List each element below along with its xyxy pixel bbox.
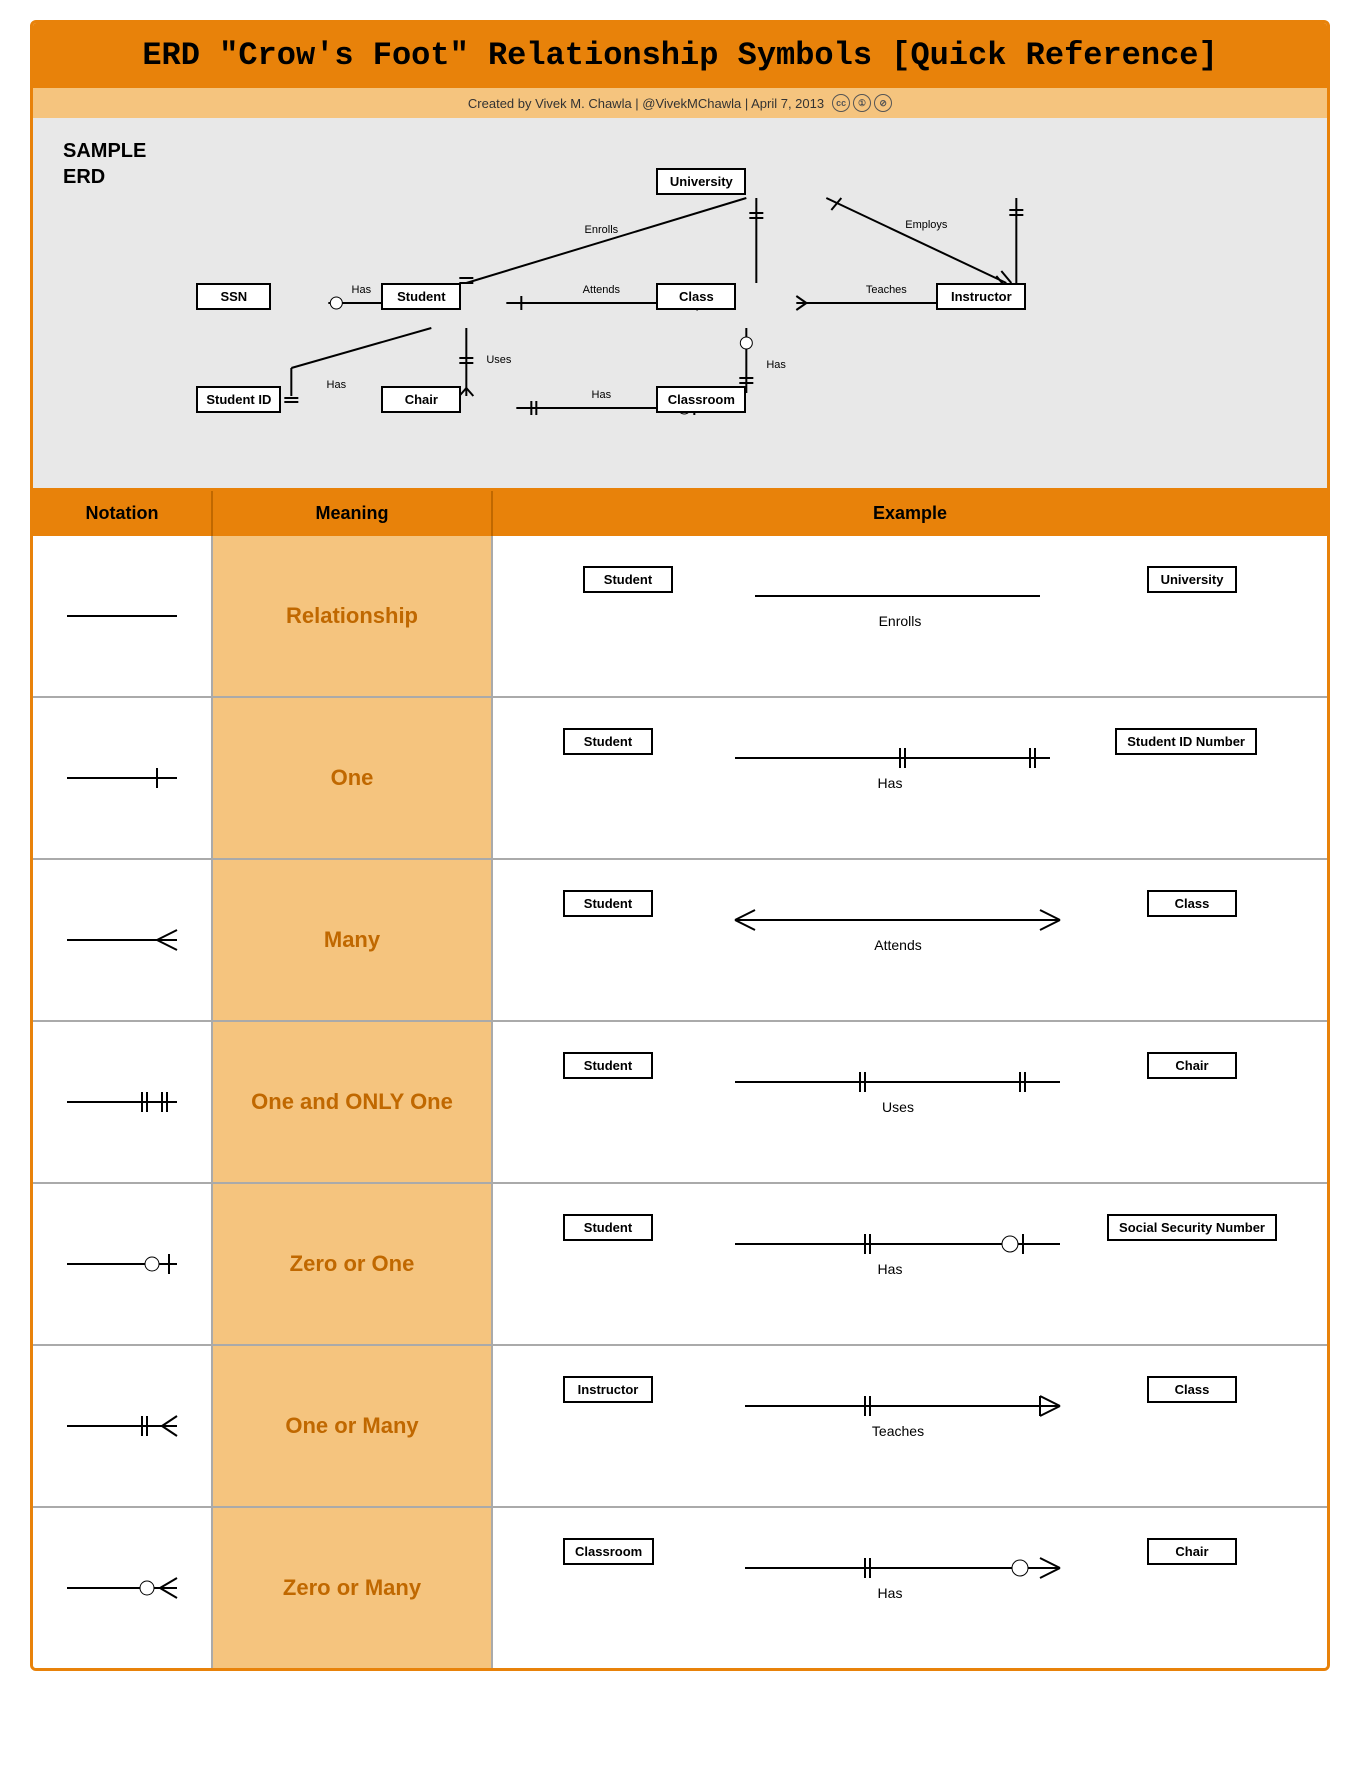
entity-ssn: SSN: [196, 283, 271, 310]
example-one-svg: Has: [503, 708, 1317, 848]
main-container: ERD "Crow's Foot" Relationship Symbols […: [30, 20, 1330, 1671]
meaning-zero-one: Zero or One: [213, 1184, 493, 1344]
svg-text:Employs: Employs: [906, 219, 949, 231]
entity-chair: Chair: [381, 386, 461, 413]
meaning-relationship-text: Relationship: [286, 603, 418, 629]
meaning-one-only: One and ONLY One: [213, 1022, 493, 1182]
title-bar: ERD "Crow's Foot" Relationship Symbols […: [33, 23, 1327, 88]
example-many: Student Class Attends: [493, 860, 1327, 1020]
notation-many: [33, 860, 213, 1020]
cc-icon: cc: [832, 94, 850, 112]
example-one-only-svg: Uses: [503, 1032, 1317, 1172]
example-one-many: Instructor Class Teaches: [493, 1346, 1327, 1506]
meaning-zero-many-text: Zero or Many: [283, 1575, 421, 1601]
meaning-many: Many: [213, 860, 493, 1020]
example-zero-one: Student Social Security Number Has: [493, 1184, 1327, 1344]
notation-zero-many-svg: [57, 1563, 187, 1613]
notation-one-only-svg: [57, 1077, 187, 1127]
notation-one-only: [33, 1022, 213, 1182]
notation-one-many-svg: [57, 1401, 187, 1451]
meaning-relationship: Relationship: [213, 536, 493, 696]
svg-text:Teaches: Teaches: [866, 284, 907, 296]
svg-text:Has: Has: [878, 1261, 903, 1277]
example-one: Student Student ID Number Has: [493, 698, 1327, 858]
entity-university: University: [656, 168, 746, 195]
notation-zero-one: [33, 1184, 213, 1344]
credit-bar: Created by Vivek M. Chawla | @VivekMChaw…: [33, 88, 1327, 118]
meaning-one-text: One: [331, 765, 374, 791]
entity-student-id: Student ID: [196, 386, 281, 413]
meaning-many-text: Many: [324, 927, 380, 953]
example-one-many-svg: Teaches: [503, 1356, 1317, 1496]
svg-text:Uses: Uses: [487, 354, 513, 366]
meaning-zero-one-text: Zero or One: [290, 1251, 415, 1277]
row-zero-one: Zero or One Student Social Security Numb…: [33, 1184, 1327, 1346]
row-one-only: One and ONLY One Student Chair Uses: [33, 1022, 1327, 1184]
entity-classroom: Classroom: [656, 386, 746, 413]
meaning-one: One: [213, 698, 493, 858]
svg-text:Attends: Attends: [583, 284, 621, 296]
sample-erd-title: SAMPLEERD: [63, 138, 146, 190]
svg-text:Attends: Attends: [874, 937, 921, 953]
svg-text:Has: Has: [767, 359, 787, 371]
example-zero-one-svg: Has: [503, 1194, 1317, 1334]
sample-erd-section: SAMPLEERD Has: [33, 118, 1327, 488]
example-one-diagram: Student Student ID Number Has: [503, 708, 1317, 848]
notation-one: [33, 698, 213, 858]
header-notation: Notation: [33, 491, 213, 536]
svg-text:Has: Has: [878, 775, 903, 791]
svg-text:Has: Has: [592, 389, 612, 401]
credit-icons: cc ① ⊘: [832, 94, 892, 112]
reference-table: Notation Meaning Example Relationship St…: [33, 488, 1327, 1668]
by-icon: ①: [853, 94, 871, 112]
row-many: Many Student Class Attends: [33, 860, 1327, 1022]
example-relationship-diagram: Student University Enrolls: [503, 546, 1317, 686]
example-one-only: Student Chair Uses: [493, 1022, 1327, 1182]
entity-class: Class: [656, 283, 736, 310]
svg-text:Uses: Uses: [882, 1099, 914, 1115]
notation-one-many: [33, 1346, 213, 1506]
meaning-one-many-text: One or Many: [285, 1413, 418, 1439]
example-one-only-diagram: Student Chair Uses: [503, 1032, 1317, 1172]
svg-text:Has: Has: [878, 1585, 903, 1601]
row-relationship: Relationship Student University Enrolls: [33, 536, 1327, 698]
example-zero-many: Classroom Chair Has: [493, 1508, 1327, 1668]
notation-zero-one-svg: [57, 1239, 187, 1289]
example-one-many-diagram: Instructor Class Teaches: [503, 1356, 1317, 1496]
example-zero-many-svg: Has: [503, 1518, 1317, 1658]
svg-text:Has: Has: [327, 379, 347, 391]
table-header: Notation Meaning Example: [33, 491, 1327, 536]
notation-zero-many: [33, 1508, 213, 1668]
notation-relationship: [33, 536, 213, 696]
svg-text:Enrolls: Enrolls: [585, 224, 619, 236]
erd-canvas: Has Has: [166, 138, 1297, 458]
example-zero-one-diagram: Student Social Security Number Has: [503, 1194, 1317, 1334]
header-example: Example: [493, 491, 1327, 536]
meaning-one-only-text: One and ONLY One: [251, 1089, 453, 1115]
example-relationship-svg: Enrolls: [503, 546, 1317, 686]
nc-icon: ⊘: [874, 94, 892, 112]
row-zero-many: Zero or Many Classroom Chair H: [33, 1508, 1327, 1668]
header-meaning: Meaning: [213, 491, 493, 536]
svg-text:Has: Has: [352, 284, 372, 296]
main-title: ERD "Crow's Foot" Relationship Symbols […: [53, 37, 1307, 74]
row-one: One Student Student ID Number Has: [33, 698, 1327, 860]
example-many-svg: Attends: [503, 870, 1317, 1010]
notation-many-svg: [57, 915, 187, 965]
notation-one-svg: [57, 753, 187, 803]
svg-text:Teaches: Teaches: [872, 1423, 924, 1439]
notation-relationship-svg: [57, 591, 187, 641]
entity-instructor: Instructor: [936, 283, 1026, 310]
meaning-zero-many: Zero or Many: [213, 1508, 493, 1668]
example-many-diagram: Student Class Attends: [503, 870, 1317, 1010]
svg-text:Enrolls: Enrolls: [879, 613, 922, 629]
meaning-one-many: One or Many: [213, 1346, 493, 1506]
row-one-many: One or Many Instructor Class Teaches: [33, 1346, 1327, 1508]
example-zero-many-diagram: Classroom Chair Has: [503, 1518, 1317, 1658]
credit-text: Created by Vivek M. Chawla | @VivekMChaw…: [468, 96, 824, 111]
example-relationship: Student University Enrolls: [493, 536, 1327, 696]
entity-student: Student: [381, 283, 461, 310]
